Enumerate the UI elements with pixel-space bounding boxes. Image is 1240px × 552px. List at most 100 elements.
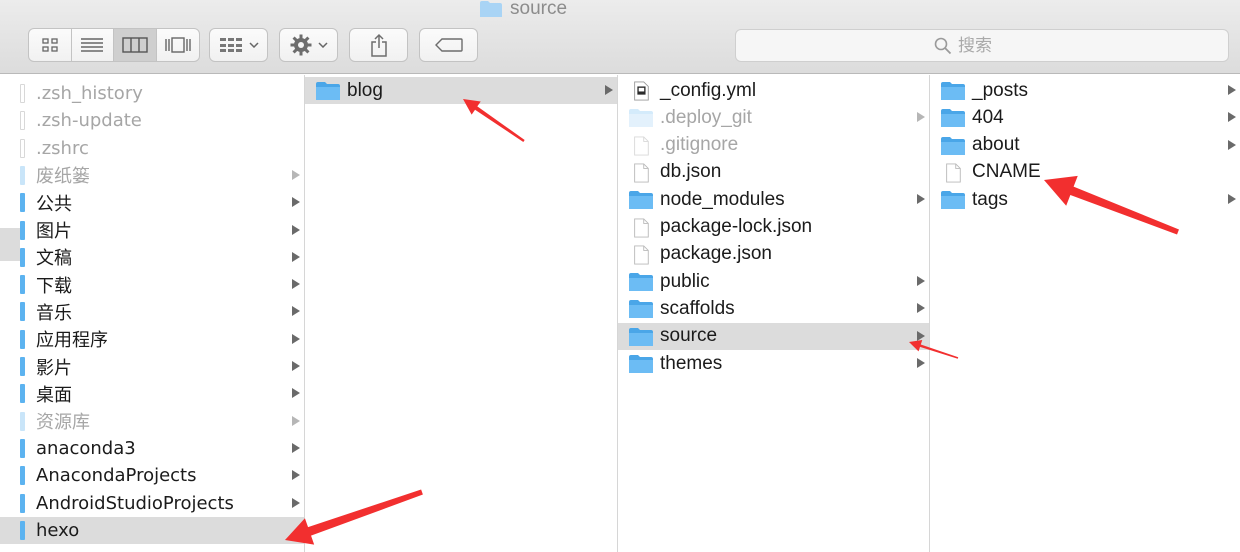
icon-view-button[interactable] (29, 29, 72, 61)
file-item[interactable]: .gitignore (618, 132, 929, 159)
folder-item[interactable]: hexo (0, 516, 304, 544)
item-label: public (660, 270, 710, 292)
item-label: tags (972, 188, 1008, 210)
file-item[interactable]: .zshrc (0, 135, 304, 162)
document-icon (634, 136, 649, 156)
folder-icon (20, 357, 25, 376)
folder-item[interactable]: 下载 (0, 271, 304, 298)
folder-icon (20, 493, 25, 513)
share-icon (370, 33, 387, 57)
folder-icon (20, 411, 25, 431)
disclosure-triangle-icon (292, 442, 300, 453)
item-label: _posts (972, 79, 1028, 101)
item-label: .zsh-update (36, 110, 142, 132)
folder-item[interactable]: tags (930, 186, 1240, 213)
item-label: package.json (660, 243, 772, 265)
folder-item[interactable]: public (618, 268, 929, 295)
file-item[interactable]: .zsh_history (0, 80, 304, 107)
disclosure-triangle-icon (292, 415, 300, 426)
folder-item[interactable]: .deploy_git (618, 104, 929, 131)
folder-item[interactable]: blog (305, 77, 617, 104)
folder-item[interactable]: 音乐 (0, 298, 304, 325)
column-view-button[interactable] (114, 29, 157, 61)
folder-item[interactable]: themes (618, 350, 929, 377)
folder-item[interactable]: 图片 (0, 217, 304, 244)
folder-item[interactable]: AnacondaProjects (0, 462, 304, 489)
document-icon (20, 84, 25, 103)
search-inner (934, 30, 1118, 61)
yml-file-icon (634, 81, 649, 101)
folder-item[interactable]: 资源库 (0, 408, 304, 435)
file-item[interactable]: db.json (618, 159, 929, 186)
tag-button[interactable] (419, 28, 478, 62)
arrange-button[interactable] (209, 28, 268, 62)
item-label: 桌面 (36, 384, 72, 406)
folder-item[interactable]: scaffolds (618, 295, 929, 322)
file-item[interactable]: _config.yml (618, 77, 929, 104)
folder-icon (316, 82, 340, 100)
folder-item[interactable]: source (618, 322, 929, 350)
item-label: 404 (972, 106, 1004, 128)
column-home[interactable]: .zsh_history .zsh-update .zshrc 废纸篓公共 图片文稿下载… (0, 75, 305, 552)
disclosure-triangle-icon (292, 497, 300, 508)
item-label: node_modules (660, 188, 785, 210)
cover-flow-view-button[interactable] (157, 29, 199, 61)
folder-item[interactable]: 影片 (0, 353, 304, 380)
grid-icon (42, 38, 58, 52)
search-field[interactable] (735, 29, 1229, 62)
file-item[interactable]: package-lock.json (618, 214, 929, 241)
item-label: .deploy_git (660, 106, 752, 128)
item-label: package-lock.json (660, 216, 813, 237)
folder-item[interactable]: 文稿 (0, 244, 304, 271)
folder-item[interactable]: node_modules (618, 186, 929, 213)
share-button-inner (350, 29, 407, 61)
disclosure-triangle-icon (917, 303, 925, 314)
tag-icon (434, 38, 463, 52)
folder-item[interactable]: anaconda3 (0, 435, 304, 462)
folder-item[interactable]: about (930, 132, 1240, 159)
item-label: AnacondaProjects (36, 465, 197, 487)
toolbar: source (0, 0, 1240, 74)
search-input[interactable] (958, 35, 1118, 56)
search-icon (934, 37, 952, 54)
disclosure-triangle-icon (292, 279, 300, 290)
arrange-grid-icon (219, 38, 242, 52)
folder-icon (941, 136, 965, 155)
folder-item[interactable]: AndroidStudioProjects (0, 490, 304, 517)
document-icon (634, 163, 649, 183)
item-label: 公共 (36, 193, 72, 215)
action-button[interactable] (279, 28, 338, 62)
item-label: 废纸篓 (36, 166, 90, 188)
item-label: 下载 (36, 275, 72, 297)
disclosure-triangle-icon (917, 330, 925, 341)
file-item[interactable]: .zsh-update (0, 107, 304, 134)
item-label: scaffolds (660, 297, 735, 319)
folder-item[interactable]: 废纸篓 (0, 162, 304, 189)
folder-item[interactable]: _posts (930, 77, 1240, 104)
disclosure-triangle-icon (917, 112, 925, 123)
disclosure-triangle-icon (292, 224, 300, 235)
folder-item[interactable]: 404 (930, 104, 1240, 131)
item-label: source (660, 325, 718, 347)
column-blog[interactable]: _config.yml .deploy_git .gitignore db.json n… (618, 75, 930, 552)
column-hexo[interactable]: blog (305, 75, 618, 552)
disclosure-triangle-icon (292, 169, 300, 180)
tag-button-inner (420, 29, 477, 61)
file-item[interactable]: package.json (618, 241, 929, 268)
folder-item[interactable]: 桌面 (0, 380, 304, 407)
list-view-button[interactable] (72, 29, 114, 61)
item-label: 影片 (36, 357, 72, 379)
column-source[interactable]: _posts 404 about CNAME tags (930, 75, 1240, 552)
chevron-down-icon (317, 42, 328, 48)
item-label: about (972, 134, 1020, 156)
share-button[interactable] (349, 28, 408, 62)
item-label: anaconda3 (36, 437, 136, 459)
folder-item[interactable]: 公共 (0, 189, 304, 216)
file-item[interactable]: CNAME (930, 159, 1240, 186)
folder-icon (941, 109, 965, 128)
item-label: 文稿 (36, 248, 72, 270)
disclosure-triangle-icon (1228, 112, 1236, 123)
document-icon (634, 217, 649, 238)
sidebar-scroll-edge (0, 228, 20, 261)
folder-item[interactable]: 应用程序 (0, 326, 304, 353)
